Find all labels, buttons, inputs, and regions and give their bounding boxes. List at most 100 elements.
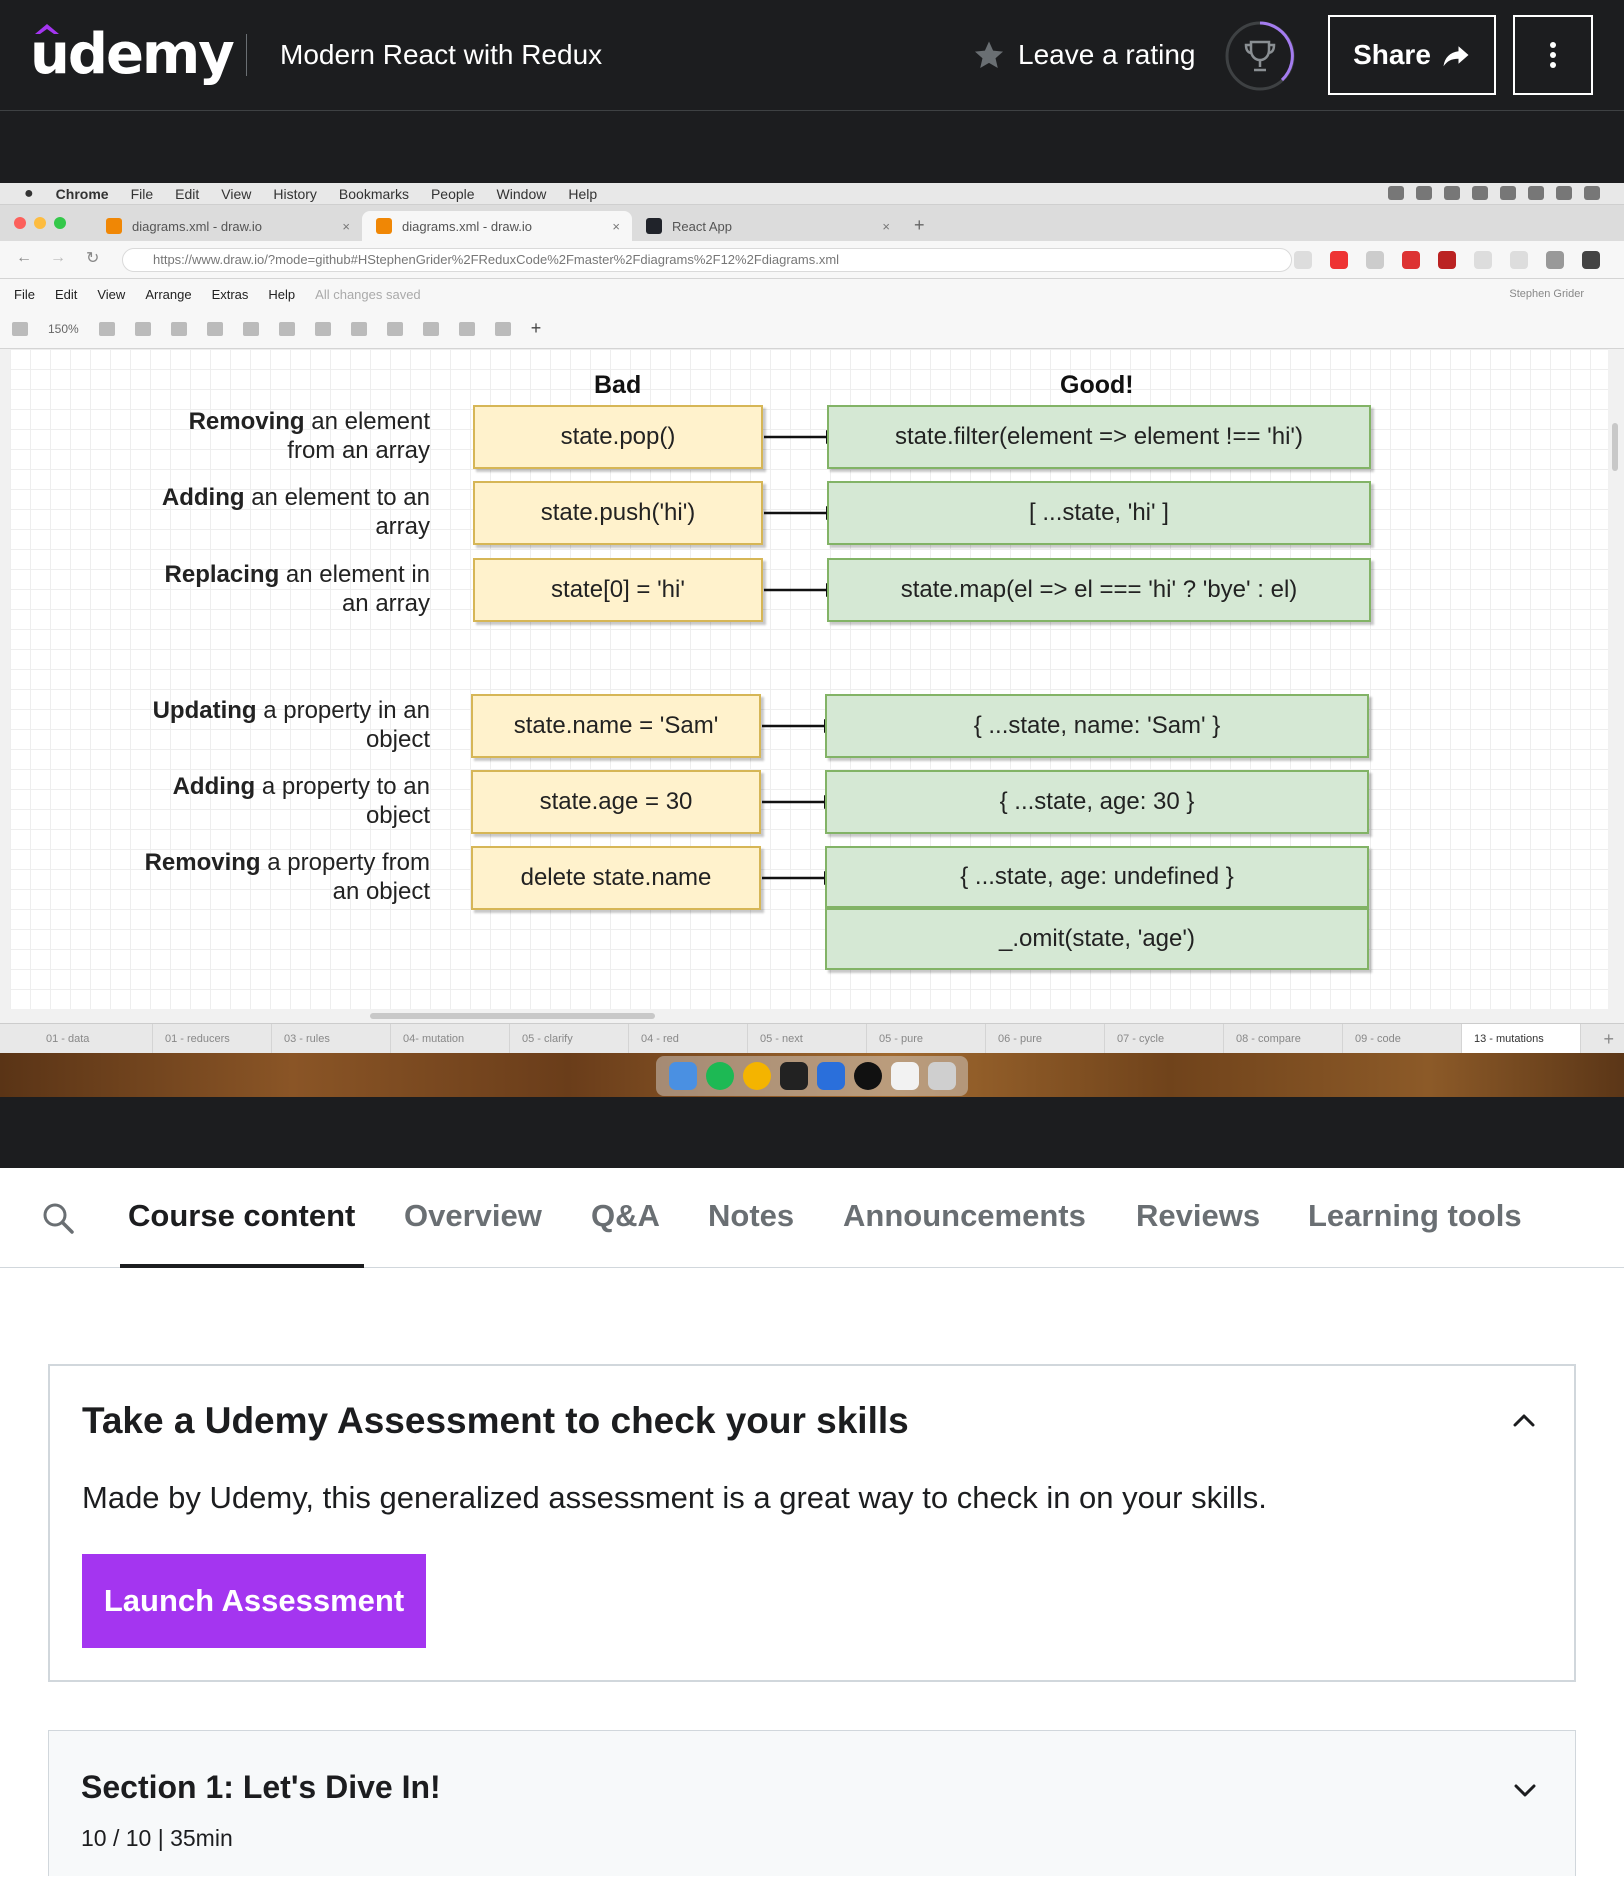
browser-tab-label: React App xyxy=(672,218,732,234)
mac-dock xyxy=(656,1056,968,1096)
browser-tab-label: diagrams.xml - draw.io xyxy=(402,218,533,234)
page-tab: 04- mutation xyxy=(391,1023,510,1054)
user-name: Stephen Grider xyxy=(1509,288,1584,300)
zoom-level: 150% xyxy=(48,321,79,336)
row-label: Adding a property to an object xyxy=(172,773,430,829)
close-icon: × xyxy=(612,218,620,234)
drawio-menu-item: Extras xyxy=(211,286,249,302)
bad-box: state.name = 'Sam' xyxy=(471,694,761,758)
mac-menu-item: Chrome xyxy=(55,185,109,202)
good-box: state.map(el => el === 'hi' ? 'bye' : el… xyxy=(827,558,1371,622)
row-label: Removing a property from an object xyxy=(144,849,430,905)
forward-icon: → xyxy=(50,249,66,266)
apple-icon: ● xyxy=(24,184,34,202)
vscode-icon xyxy=(816,1062,845,1090)
course-tabs-bar: Course content Overview Q&A Notes Announ… xyxy=(0,1168,1624,1268)
leave-rating-button[interactable]: Leave a rating xyxy=(972,35,1195,75)
mac-menu-item: Edit xyxy=(175,185,200,202)
tab-overview[interactable]: Overview xyxy=(404,1196,542,1236)
good-box: _.omit(state, 'age') xyxy=(825,908,1369,970)
assessment-description: Made by Udemy, this generalized assessme… xyxy=(82,1480,1267,1515)
tab-qa[interactable]: Q&A xyxy=(591,1196,660,1236)
bad-heading: Bad xyxy=(594,371,642,399)
page-tab: 07 - cycle xyxy=(1105,1023,1224,1054)
browser-address-bar: ← → ↻ https://www.draw.io/?mode=github#H… xyxy=(0,241,1624,279)
drawio-canvas: Bad Good! Removing an element from an ar… xyxy=(10,349,1608,1009)
desktop-background xyxy=(0,1053,1624,1097)
page-tab: 05 - clarify xyxy=(510,1023,629,1054)
course-title[interactable]: Modern React with Redux xyxy=(280,37,602,73)
section-panel[interactable]: Section 1: Let's Dive In! 10 / 10 | 35mi… xyxy=(48,1730,1576,1876)
mac-status-icons xyxy=(1388,186,1600,200)
bad-box: state[0] = 'hi' xyxy=(473,558,763,622)
page-tab: 06 - pure xyxy=(986,1023,1105,1054)
back-icon: ← xyxy=(16,249,32,266)
delete-icon xyxy=(242,321,259,336)
page-tab: 03 - rules xyxy=(272,1023,391,1054)
waypoints-icon xyxy=(494,321,511,336)
insert-icon: + xyxy=(530,318,542,338)
good-box: { ...state, age: 30 } xyxy=(825,770,1369,834)
undo-icon xyxy=(170,321,187,336)
mac-menu-item: People xyxy=(430,185,475,202)
mac-menu-item: Help xyxy=(568,185,598,202)
video-player[interactable]: ● Chrome File Edit View History Bookmark… xyxy=(0,111,1624,1168)
tab-notes[interactable]: Notes xyxy=(708,1196,794,1236)
section-title: Section 1: Let's Dive In! xyxy=(81,1769,441,1805)
chevron-up-icon[interactable] xyxy=(1510,1410,1538,1430)
row-label: Removing an element from an array xyxy=(188,408,430,464)
browser-tab: diagrams.xml - draw.io × xyxy=(92,211,362,241)
redo-icon xyxy=(206,321,223,336)
tab-learning-tools[interactable]: Learning tools xyxy=(1308,1196,1522,1236)
bad-box: state.push('hi') xyxy=(473,481,763,545)
rating-label: Leave a rating xyxy=(1018,39,1196,70)
share-button[interactable]: Share xyxy=(1328,15,1496,95)
browser-tab-active: diagrams.xml - draw.io × xyxy=(362,211,632,241)
connection-icon xyxy=(458,321,475,336)
mac-menu-item: Window xyxy=(496,185,547,202)
bad-box: delete state.name xyxy=(471,846,761,910)
tab-announcements[interactable]: Announcements xyxy=(843,1196,1086,1236)
udemy-logo[interactable]: udemy xyxy=(30,18,235,92)
bad-box: state.age = 30 xyxy=(471,770,761,834)
chevron-down-icon[interactable] xyxy=(1511,1781,1539,1801)
trash-icon xyxy=(927,1062,956,1090)
mac-menu-item: Bookmarks xyxy=(338,185,409,202)
more-options-button[interactable] xyxy=(1513,15,1593,95)
page-tab: 09 - code xyxy=(1343,1023,1462,1054)
row-label: Adding an element to an array xyxy=(161,484,430,540)
tab-course-content[interactable]: Course content xyxy=(128,1196,355,1236)
launch-assessment-button[interactable]: Launch Assessment xyxy=(82,1554,426,1648)
format-panel-icon xyxy=(12,321,28,336)
header-divider xyxy=(246,34,247,76)
good-box: [ ...state, 'hi' ] xyxy=(827,481,1371,545)
reload-icon: ↻ xyxy=(86,250,100,267)
good-box: { ...state, age: undefined } xyxy=(825,846,1369,908)
search-icon[interactable] xyxy=(40,1200,76,1236)
close-icon: × xyxy=(882,218,890,234)
url-field: https://www.draw.io/?mode=github#HStephe… xyxy=(122,248,1292,272)
page-tab: 01 - data xyxy=(34,1023,153,1054)
star-icon xyxy=(974,41,1004,69)
page-tab: 04 - red xyxy=(629,1023,748,1054)
tab-reviews[interactable]: Reviews xyxy=(1136,1196,1260,1236)
bad-box: state.pop() xyxy=(473,405,763,469)
chrome-icon xyxy=(742,1062,771,1090)
url-text: https://www.draw.io/?mode=github#HStephe… xyxy=(153,252,840,267)
progress-ring-button[interactable] xyxy=(1224,20,1296,92)
new-tab-icon: + xyxy=(914,215,925,235)
zoom-out-icon xyxy=(134,321,151,336)
shadow-icon xyxy=(422,321,439,336)
video-frame[interactable]: ● Chrome File Edit View History Bookmark… xyxy=(0,183,1624,1097)
drawio-menu-item: Arrange xyxy=(145,286,192,302)
logo-cap-icon xyxy=(35,24,59,34)
page-tab: 05 - pure xyxy=(867,1023,986,1054)
zoom-in-icon xyxy=(98,321,115,336)
trophy-icon xyxy=(1225,21,1295,91)
add-page-icon: + xyxy=(1603,1029,1614,1049)
drawio-menu-item: File xyxy=(14,286,35,302)
fill-color-icon xyxy=(350,321,367,336)
good-box: state.filter(element => element !== 'hi'… xyxy=(827,405,1371,469)
save-status: All changes saved xyxy=(315,286,421,302)
page-tab-active: 13 - mutations xyxy=(1462,1023,1581,1054)
